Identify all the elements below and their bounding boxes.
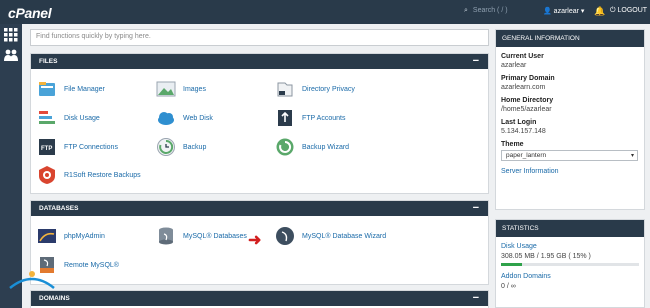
item-label: Remote MySQL® [64, 261, 119, 269]
item-label: Disk Usage [64, 114, 100, 122]
arrow-right-icon: ➜ [248, 232, 262, 249]
mysql-databases-icon [156, 226, 176, 246]
file-manager-icon [37, 79, 57, 99]
grid-icon[interactable] [4, 28, 18, 42]
disk-usage-progress [501, 263, 639, 266]
logout-button[interactable]: ⏻ LOGOUT [610, 7, 647, 15]
item-label: MySQL® Database Wizard [302, 232, 387, 240]
minimize-icon[interactable]: − [473, 292, 479, 304]
disk-usage-stat-label[interactable]: Disk Usage [501, 243, 639, 250]
general-title: GENERAL INFORMATION [502, 35, 580, 42]
statistics-header: STATISTICS [496, 220, 644, 237]
minimize-icon[interactable]: − [473, 55, 479, 67]
ftp-connections-icon: FTP [37, 137, 57, 157]
ftp-accounts-link[interactable]: FTP Accounts [275, 108, 345, 128]
last-login-value: 5.134.157.148 [501, 128, 546, 135]
item-label: FTP Accounts [302, 114, 346, 122]
phpmyadmin-icon [37, 226, 57, 246]
username: azarlear [553, 8, 579, 15]
domains-panel: DOMAINS − [30, 290, 489, 308]
r1soft-icon [37, 165, 57, 185]
header-search-placeholder: Search ( / ) [472, 7, 508, 14]
home-directory-label: Home Directory [501, 97, 554, 104]
mysql-database-wizard-link[interactable]: MySQL® Database Wizard [275, 226, 386, 246]
ftp-accounts-icon [275, 108, 295, 128]
item-label: Web Disk [183, 114, 213, 122]
item-label: Backup Wizard [302, 143, 350, 151]
disk-usage-icon [37, 108, 57, 128]
search-icon: ⌕ [464, 7, 468, 14]
user-menu[interactable]: 👤 azarlear ▾ [543, 7, 584, 15]
logout-icon: ⏻ [610, 7, 616, 14]
images-link[interactable]: Images [156, 79, 206, 99]
backup-link[interactable]: Backup [156, 137, 206, 157]
web-disk-icon [156, 108, 176, 128]
svg-text:FTP: FTP [41, 146, 52, 152]
item-label: MySQL® Databases [183, 232, 247, 240]
logout-label: LOGOUT [617, 7, 648, 14]
current-user-label: Current User [501, 53, 544, 60]
backup-wizard-link[interactable]: Backup Wizard [275, 137, 349, 157]
current-user-value: azarlear [501, 62, 527, 69]
addon-domains-stat-value: 0 / ∞ [501, 283, 516, 290]
phpmyadmin-link[interactable]: phpMyAdmin [37, 226, 105, 246]
home-directory-value: /home5/azarlear [501, 106, 552, 113]
backup-icon [156, 137, 176, 157]
primary-domain-label: Primary Domain [501, 75, 555, 82]
item-label: Images [183, 85, 206, 93]
disk-usage-link[interactable]: Disk Usage [37, 108, 100, 128]
server-information-link[interactable]: Server Information [501, 168, 639, 175]
disk-usage-progress-fill [501, 263, 522, 266]
mysql-wizard-icon [275, 226, 295, 246]
item-label: R1Soft Restore Backups [64, 171, 141, 179]
last-login-label: Last Login [501, 119, 537, 126]
header-search[interactable]: ⌕ Search ( / ) [464, 7, 508, 15]
item-label: Backup [183, 143, 207, 151]
top-navbar: cPanel ⌕ Search ( / ) 👤 azarlear ▾ 🔔 ⏻ LO… [0, 0, 650, 24]
bell-icon[interactable]: 🔔 [594, 6, 605, 17]
users-icon[interactable] [4, 49, 18, 63]
statistics-title: STATISTICS [502, 225, 539, 232]
caret-down-icon: ▾ [580, 8, 585, 15]
primary-domain-value: azarlearn.com [501, 84, 546, 91]
directory-privacy-link[interactable]: Directory Privacy [275, 79, 355, 99]
caret-down-icon: ▾ [630, 153, 634, 159]
item-label: Directory Privacy [302, 85, 355, 93]
item-label: FTP Connections [64, 143, 118, 151]
r1soft-restore-link[interactable]: R1Soft Restore Backups [37, 165, 141, 185]
theme-select-value: paper_lantern [506, 152, 547, 159]
databases-title: DATABASES [39, 205, 79, 212]
theme-select[interactable]: paper_lantern ▾ [501, 150, 638, 161]
general-information-header: GENERAL INFORMATION [496, 30, 644, 47]
backup-wizard-icon [275, 137, 295, 157]
cpanel-logo[interactable]: cPanel [8, 5, 52, 21]
user-icon: 👤 [543, 8, 552, 15]
minimize-icon[interactable]: − [473, 202, 479, 214]
mysql-databases-link[interactable]: MySQL® Databases [156, 226, 247, 246]
function-search-input[interactable]: Find functions quickly by typing here. [30, 29, 489, 46]
item-label: phpMyAdmin [64, 232, 105, 240]
web-disk-link[interactable]: Web Disk [156, 108, 213, 128]
domains-header[interactable]: DOMAINS − [31, 291, 488, 306]
file-manager-link[interactable]: File Manager [37, 79, 105, 99]
general-information-panel: GENERAL INFORMATION Current User azarlea… [495, 29, 645, 210]
ftp-connections-link[interactable]: FTP FTP Connections [37, 137, 118, 157]
addon-domains-stat-label[interactable]: Addon Domains [501, 273, 639, 280]
statistics-panel: STATISTICS Disk Usage 308.05 MB / 1.95 G… [495, 219, 645, 308]
databases-header[interactable]: DATABASES − [31, 201, 488, 216]
images-icon [156, 79, 176, 99]
disk-usage-stat-value: 308.05 MB / 1.95 GB ( 15% ) [501, 253, 591, 260]
item-label: File Manager [64, 85, 105, 93]
theme-label: Theme [501, 141, 524, 148]
files-header[interactable]: FILES − [31, 54, 488, 69]
watermark-logo [4, 266, 60, 302]
files-title: FILES [39, 58, 58, 65]
directory-privacy-icon [275, 79, 295, 99]
